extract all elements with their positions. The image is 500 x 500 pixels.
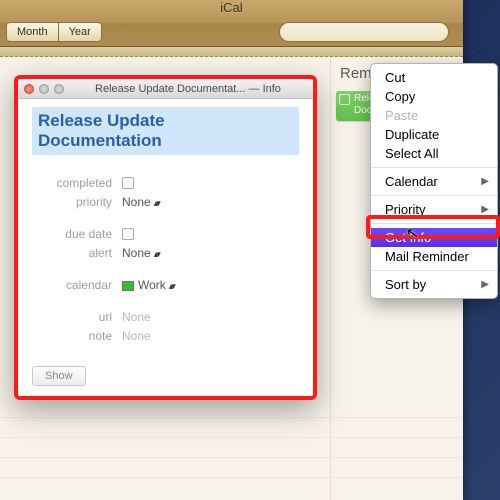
window-title: iCal: [220, 0, 242, 15]
menu-separator: [371, 167, 497, 168]
close-icon[interactable]: [24, 84, 34, 94]
note-value[interactable]: None: [122, 329, 151, 343]
tab-year[interactable]: Year: [59, 22, 102, 42]
minimize-icon[interactable]: [39, 84, 49, 94]
completed-label: completed: [32, 176, 112, 190]
info-panel-titlebar[interactable]: Release Update Documentat... — Info: [18, 79, 313, 99]
view-segmented-control: Month Year: [6, 22, 102, 42]
calendar-label: calendar: [32, 278, 112, 292]
grid-line: [0, 457, 463, 458]
priority-label: priority: [32, 195, 112, 209]
zoom-icon[interactable]: [54, 84, 64, 94]
grid-line: [0, 437, 463, 438]
submenu-arrow-icon: ▶: [481, 176, 489, 187]
menu-item-duplicate[interactable]: Duplicate: [371, 125, 497, 144]
menu-separator: [371, 223, 497, 224]
reminder-checkbox[interactable]: [339, 94, 350, 105]
completed-checkbox[interactable]: [122, 177, 134, 189]
cursor-icon: ↖: [405, 223, 421, 243]
submenu-arrow-icon: ▶: [481, 279, 489, 290]
menu-item-priority[interactable]: Priority▶: [371, 200, 497, 219]
submenu-arrow-icon: ▶: [481, 204, 489, 215]
context-menu: CutCopyPasteDuplicateSelect All Calendar▶…: [370, 63, 498, 299]
menu-item-calendar[interactable]: Calendar▶: [371, 172, 497, 191]
menu-item-paste: Paste: [371, 106, 497, 125]
alert-value[interactable]: None▴▾: [122, 246, 159, 260]
alert-label: alert: [32, 246, 112, 260]
menu-item-sort-by[interactable]: Sort by▶: [371, 275, 497, 294]
tab-month[interactable]: Month: [6, 22, 59, 42]
info-panel-body: Release Update Documentation completed p…: [18, 99, 313, 394]
leather-stitch: [0, 47, 463, 57]
info-panel: Release Update Documentat... — Info Rele…: [14, 75, 317, 400]
info-panel-title: Release Update Documentat... — Info: [69, 83, 307, 95]
note-label: note: [32, 329, 112, 343]
due-date-checkbox[interactable]: [122, 228, 134, 240]
menu-item-select-all[interactable]: Select All: [371, 144, 497, 163]
menu-item-get-info[interactable]: Get Info: [371, 228, 497, 247]
stepper-icon[interactable]: ▴▾: [154, 198, 159, 208]
url-label: url: [32, 310, 112, 324]
menu-separator: [371, 270, 497, 271]
show-button[interactable]: Show: [32, 366, 86, 386]
grid-line: [0, 477, 463, 478]
calendar-color-swatch: [122, 281, 134, 291]
search-input[interactable]: [279, 22, 449, 42]
menu-separator: [371, 195, 497, 196]
toolbar: iCal Month Year Q▾: [0, 0, 463, 47]
event-title[interactable]: Release Update Documentation: [32, 107, 299, 155]
menu-item-copy[interactable]: Copy: [371, 87, 497, 106]
menu-item-mail-reminder[interactable]: Mail Reminder: [371, 247, 497, 266]
due-date-label: due date: [32, 227, 112, 241]
url-value[interactable]: None: [122, 310, 151, 324]
stepper-icon[interactable]: ▴▾: [169, 281, 174, 291]
calendar-value[interactable]: Work▴▾: [122, 278, 174, 292]
priority-value[interactable]: None▴▾: [122, 195, 159, 209]
stepper-icon[interactable]: ▴▾: [154, 249, 159, 259]
divider: [330, 57, 331, 500]
grid-line: [0, 417, 463, 418]
menu-item-cut[interactable]: Cut: [371, 68, 497, 87]
